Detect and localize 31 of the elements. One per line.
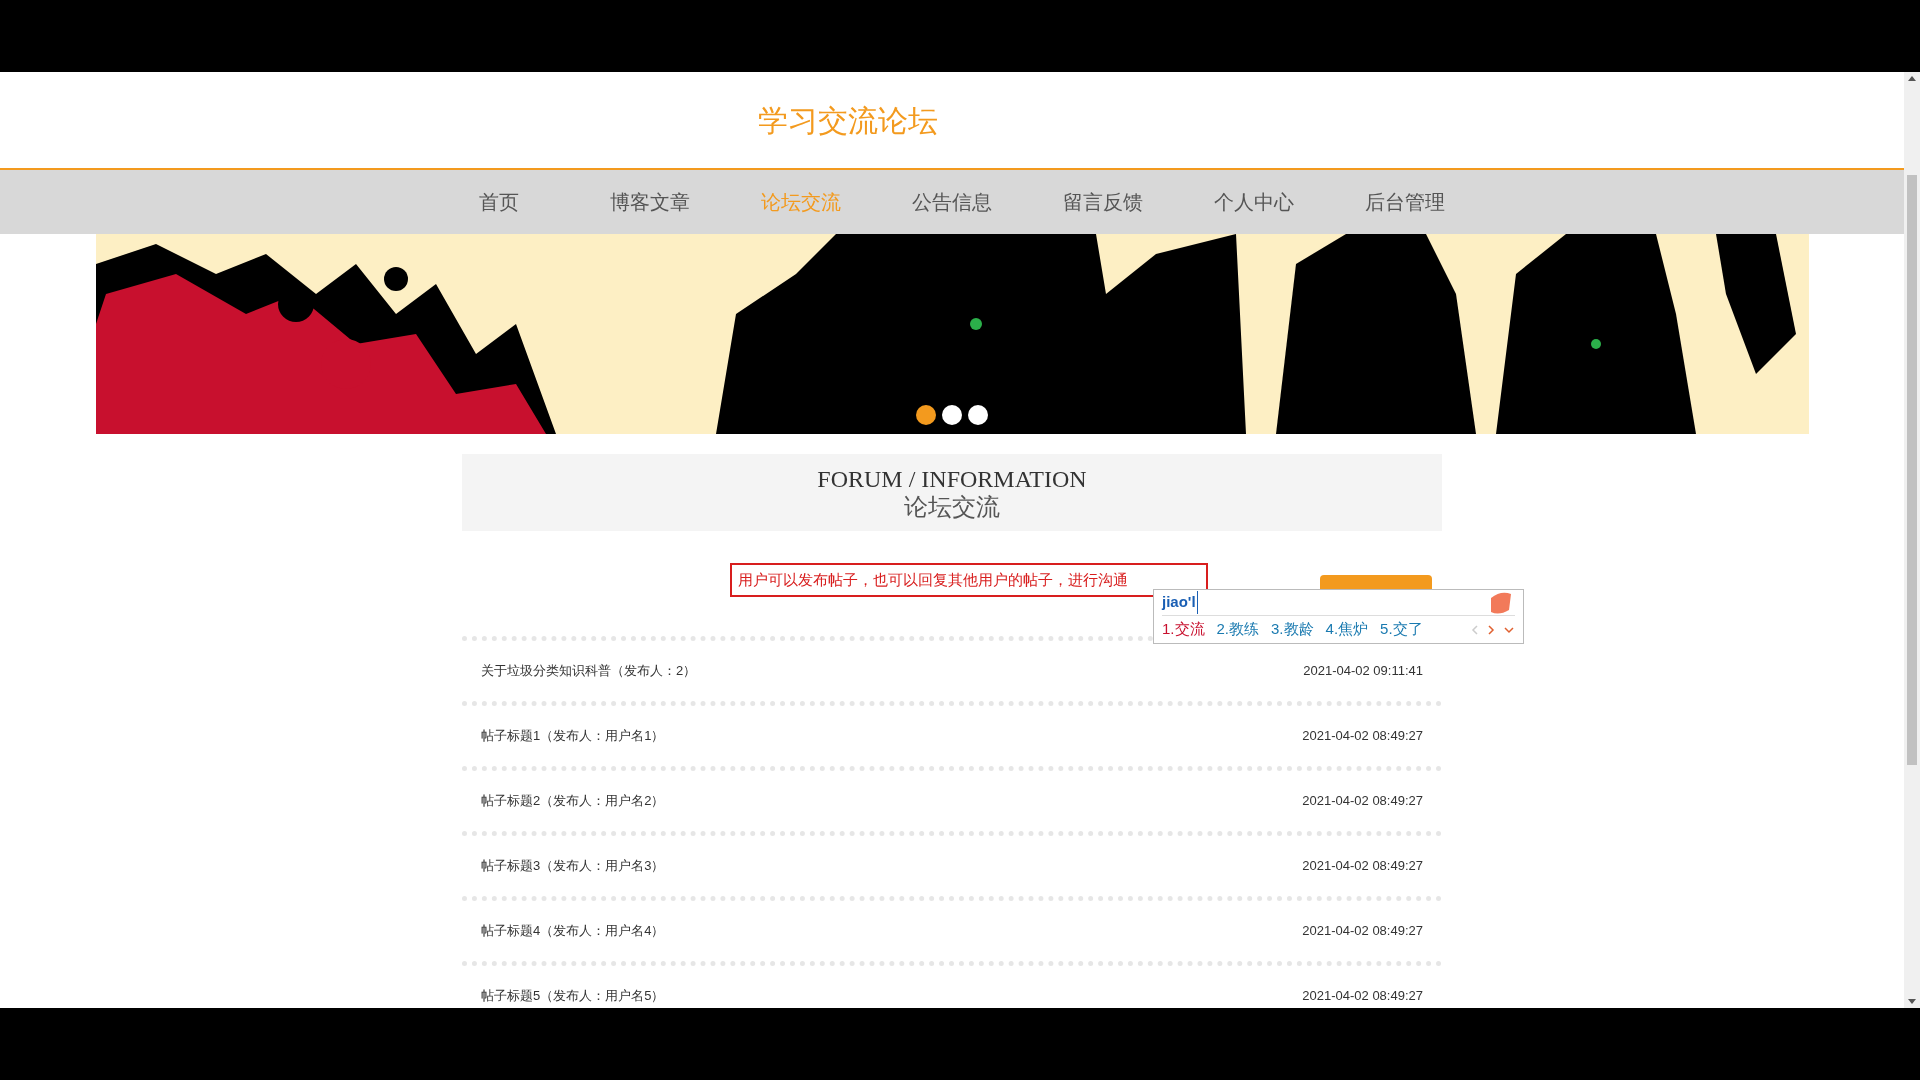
post-title[interactable]: 帖子标题1（发布人：用户名1）: [481, 726, 665, 746]
post-time: 2021-04-02 09:11:41: [1303, 662, 1423, 681]
search-field[interactable]: 用户可以发布帖子，也可以回复其他用户的帖子，进行沟通: [730, 563, 1208, 597]
post-time: 2021-04-02 08:49:27: [1302, 727, 1423, 746]
section-title: FORUM / INFORMATION: [817, 464, 1087, 493]
post-title[interactable]: 帖子标题4（发布人：用户名4）: [481, 921, 665, 941]
post-time: 2021-04-02 08:49:27: [1302, 922, 1423, 941]
nav-link[interactable]: 首页: [423, 187, 575, 217]
ime-candidate[interactable]: 2.教练: [1216, 618, 1260, 641]
scroll-up-icon[interactable]: [1908, 76, 1916, 81]
site-title: 学习交流论坛: [758, 103, 938, 137]
post-title[interactable]: 帖子标题2（发布人：用户名2）: [481, 791, 665, 811]
nav-link[interactable]: 公告信息: [876, 187, 1028, 217]
post-time: 2021-04-02 08:49:27: [1302, 987, 1423, 1006]
nav-link[interactable]: 博客文章: [574, 187, 726, 217]
section-subtitle: 论坛交流: [904, 492, 1000, 521]
nav-link[interactable]: 个人中心: [1178, 187, 1330, 217]
ime-candidate[interactable]: 4.焦炉: [1325, 618, 1369, 641]
scroll-thumb[interactable]: [1907, 175, 1917, 765]
scrollbar[interactable]: [1904, 72, 1920, 1008]
post-title[interactable]: 帖子标题5（发布人：用户名5）: [481, 986, 665, 1006]
scroll-down-icon[interactable]: [1908, 999, 1916, 1004]
post-time: 2021-04-02 08:49:27: [1302, 857, 1423, 876]
post-title[interactable]: 帖子标题3（发布人：用户名3）: [481, 856, 665, 876]
post-time: 2021-04-02 08:49:27: [1302, 792, 1423, 811]
ime-candidate[interactable]: 1.交流: [1162, 618, 1205, 641]
nav-link[interactable]: 后台管理: [1329, 187, 1481, 217]
post-title[interactable]: 关于垃圾分类知识科普（发布人：2）: [481, 661, 697, 681]
nav-link[interactable]: 留言反馈: [1027, 187, 1179, 217]
ime-candidate[interactable]: 3.教龄: [1271, 618, 1314, 641]
ime-candidate[interactable]: 5.交了: [1380, 618, 1423, 641]
